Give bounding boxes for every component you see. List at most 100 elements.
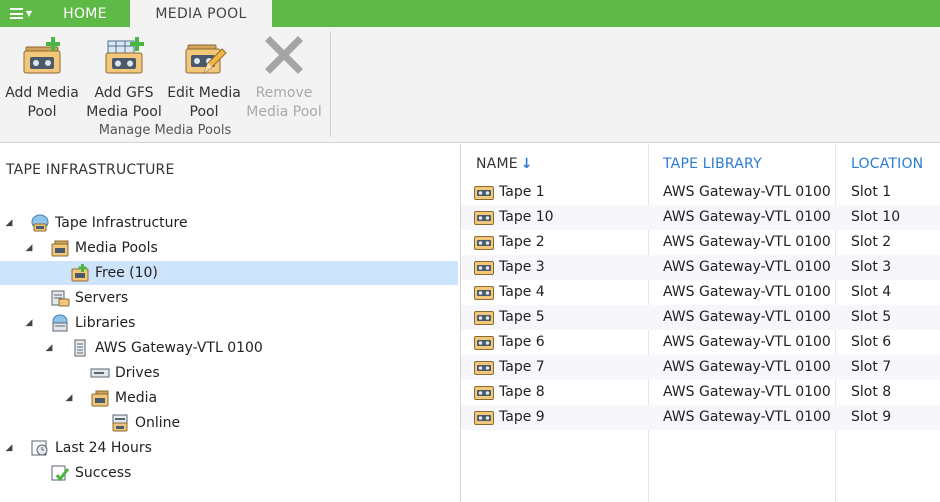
cell-location: Slot 10 [851, 209, 901, 225]
table-row[interactable]: Tape 1 AWS Gateway-VTL 0100 Slot 1 [461, 180, 940, 205]
table-row[interactable]: Tape 2 AWS Gateway-VTL 0100 Slot 2 [461, 230, 940, 255]
tree-item-label: Last 24 Hours [55, 440, 152, 456]
expand-arrow-icon[interactable]: ◢ [4, 218, 14, 228]
tape-cartridge-icon [474, 260, 494, 275]
table-row[interactable]: Tape 6 AWS Gateway-VTL 0100 Slot 6 [461, 330, 940, 355]
expand-arrow-icon[interactable]: ◢ [24, 318, 34, 328]
table-row[interactable]: Tape 3 AWS Gateway-VTL 0100 Slot 3 [461, 255, 940, 280]
tape-name: Tape 3 [499, 259, 545, 275]
media-pools-icon [51, 240, 69, 257]
tree-item-label: Media Pools [75, 240, 158, 256]
libraries-icon [52, 314, 68, 332]
tape-cartridge-icon [474, 235, 494, 250]
tape-name: Tape 9 [499, 409, 545, 425]
ribbon-group-label: Manage Media Pools [98, 123, 232, 138]
cell-tape-library: AWS Gateway-VTL 0100 [663, 259, 831, 275]
tape-cartridge-icon [474, 310, 494, 325]
cell-location: Slot 7 [851, 359, 892, 375]
add-media-pool-label-2: Pool [27, 104, 57, 120]
table-row[interactable]: Tape 5 AWS Gateway-VTL 0100 Slot 5 [461, 305, 940, 330]
tree-item-aws-gateway-library[interactable]: ◢ AWS Gateway-VTL 0100 [0, 336, 458, 360]
tape-name: Tape 4 [499, 284, 545, 300]
cell-name: Tape 4 [474, 280, 545, 305]
edit-media-pool-button[interactable]: Edit Media Pool [162, 33, 246, 121]
tree-item-label: Media [115, 390, 158, 406]
tree-item-tape-infrastructure[interactable]: ◢ Tape Infrastructure [0, 211, 458, 235]
tree-item-label: Servers [75, 290, 129, 306]
table-row[interactable]: Tape 7 AWS Gateway-VTL 0100 Slot 7 [461, 355, 940, 380]
remove-media-pool-label-2: Media Pool [246, 104, 322, 120]
tape-name: Tape 5 [499, 309, 545, 325]
tape-cartridge-icon [474, 210, 494, 225]
remove-x-icon [265, 36, 303, 74]
cell-name: Tape 10 [474, 205, 554, 230]
tree-item-drives[interactable]: Drives [0, 361, 458, 385]
cell-location: Slot 8 [851, 384, 892, 400]
tape-name: Tape 1 [499, 184, 545, 200]
media-icon [91, 390, 109, 407]
remove-media-pool-button[interactable]: Remove Media Pool [242, 33, 326, 121]
tree-item-label: Tape Infrastructure [55, 215, 188, 231]
cell-tape-library: AWS Gateway-VTL 0100 [663, 334, 831, 350]
expand-arrow-icon[interactable]: ◢ [64, 393, 74, 403]
tree-item-media[interactable]: ◢ Media [0, 386, 458, 410]
cell-tape-library: AWS Gateway-VTL 0100 [663, 234, 831, 250]
column-header-name[interactable]: NAME ↓ [476, 156, 533, 178]
tree-item-servers[interactable]: Servers [0, 286, 458, 310]
tree-item-last-24-hours[interactable]: ◢ Last 24 Hours [0, 436, 458, 460]
cell-tape-library: AWS Gateway-VTL 0100 [663, 409, 831, 425]
tree-item-media-pools[interactable]: ◢ Media Pools [0, 236, 458, 260]
online-media-icon [112, 414, 128, 432]
tape-name: Tape 10 [499, 209, 554, 225]
edit-media-pool-label: Edit Media [167, 85, 241, 101]
tree-item-free-pool[interactable]: Free (10) [0, 261, 458, 285]
edit-media-pool-label-2: Pool [189, 104, 219, 120]
chevron-down-icon: ▼ [25, 9, 33, 18]
tree-item-label: Success [75, 465, 132, 481]
table-row[interactable]: Tape 9 AWS Gateway-VTL 0100 Slot 9 [461, 405, 940, 430]
tape-infrastructure-icon [31, 214, 49, 232]
tab-home[interactable]: HOME [42, 0, 128, 27]
media-pool-free-icon [71, 264, 89, 282]
tape-library-icon [74, 339, 86, 357]
table-row[interactable]: Tape 8 AWS Gateway-VTL 0100 Slot 8 [461, 380, 940, 405]
tape-infrastructure-panel: TAPE INFRASTRUCTURE ◢ Tape Infrastructur… [0, 144, 460, 502]
tree-item-label: Drives [115, 365, 160, 381]
cell-name: Tape 9 [474, 405, 545, 430]
add-media-pool-button[interactable]: Add Media Pool [0, 33, 84, 121]
add-media-pool-label: Add Media [5, 85, 79, 101]
main-menu-button[interactable]: ▼ [0, 0, 42, 27]
cell-tape-library: AWS Gateway-VTL 0100 [663, 359, 831, 375]
tree-item-libraries[interactable]: ◢ Libraries [0, 311, 458, 335]
cell-location: Slot 2 [851, 234, 892, 250]
tree-item-online[interactable]: Online [0, 411, 458, 435]
last-24-hours-icon [31, 440, 48, 456]
add-gfs-media-pool-icon [105, 37, 144, 74]
tape-server-icon [51, 290, 70, 307]
column-header-name-label: NAME [476, 156, 518, 172]
tape-name: Tape 2 [499, 234, 545, 250]
panel-title: TAPE INFRASTRUCTURE [6, 162, 175, 178]
table-row[interactable]: Tape 4 AWS Gateway-VTL 0100 Slot 4 [461, 280, 940, 305]
tab-media-pool[interactable]: MEDIA POOL [130, 0, 272, 27]
hamburger-menu-icon [9, 8, 23, 19]
success-icon [51, 465, 70, 482]
expand-arrow-icon[interactable]: ◢ [4, 443, 14, 453]
cell-name: Tape 7 [474, 355, 545, 380]
drives-icon [90, 368, 110, 378]
add-gfs-media-pool-label: Add GFS [94, 85, 154, 101]
tape-cartridge-icon [474, 410, 494, 425]
column-header-tape-library[interactable]: TAPE LIBRARY [663, 156, 762, 178]
cell-location: Slot 9 [851, 409, 892, 425]
expand-arrow-icon[interactable]: ◢ [24, 243, 34, 253]
cell-name: Tape 6 [474, 330, 545, 355]
tape-name: Tape 6 [499, 334, 545, 350]
column-header-location[interactable]: LOCATION [851, 156, 923, 178]
cell-name: Tape 3 [474, 255, 545, 280]
cell-tape-library: AWS Gateway-VTL 0100 [663, 309, 831, 325]
tree-item-success[interactable]: Success [0, 461, 458, 485]
table-row[interactable]: Tape 10 AWS Gateway-VTL 0100 Slot 10 [461, 205, 940, 230]
expand-arrow-icon[interactable]: ◢ [44, 343, 54, 353]
add-gfs-media-pool-button[interactable]: Add GFS Media Pool [82, 33, 166, 121]
cell-location: Slot 3 [851, 259, 892, 275]
